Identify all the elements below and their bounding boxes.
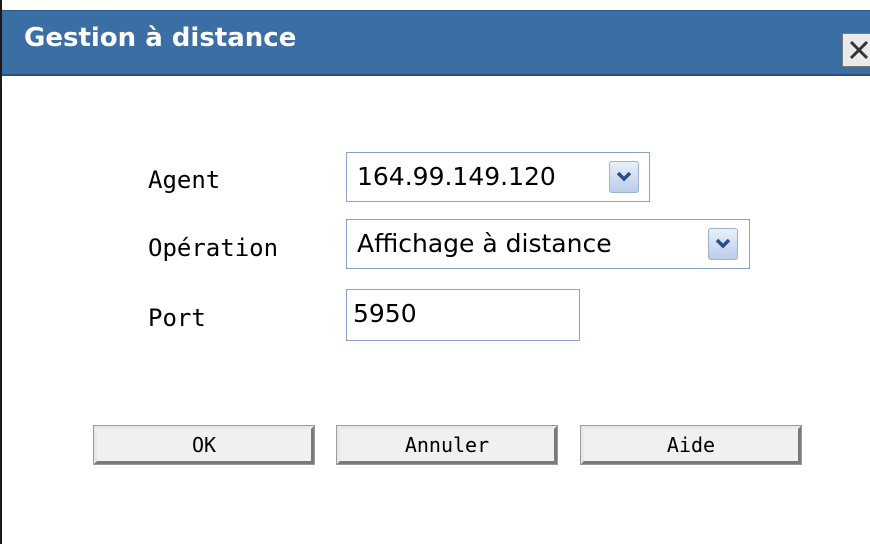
agent-select[interactable]: 164.99.149.120	[346, 152, 650, 202]
dialog-title: Gestion à distance	[24, 23, 297, 53]
dialog-titlebar: Gestion à distance	[2, 10, 870, 76]
operation-dropdown-button[interactable]	[708, 228, 738, 260]
agent-label: Agent	[148, 166, 221, 194]
agent-value: 164.99.149.120	[357, 162, 556, 191]
close-button[interactable]	[842, 33, 870, 67]
operation-value: Affichage à distance	[357, 229, 612, 258]
chevron-down-icon	[616, 171, 632, 182]
close-icon	[849, 40, 869, 60]
operation-select[interactable]: Affichage à distance	[346, 219, 750, 269]
port-label: Port	[148, 304, 206, 332]
port-input[interactable]: 5950	[346, 289, 580, 341]
cancel-button[interactable]: Annuler	[336, 425, 558, 465]
operation-label: Opération	[148, 234, 279, 262]
agent-dropdown-button[interactable]	[609, 161, 639, 193]
chevron-down-icon	[715, 238, 731, 249]
ok-button[interactable]: OK	[93, 425, 315, 465]
help-button[interactable]: Aide	[580, 425, 802, 465]
remote-management-dialog: Gestion à distance Agent 164.99.149.120 …	[0, 0, 870, 544]
